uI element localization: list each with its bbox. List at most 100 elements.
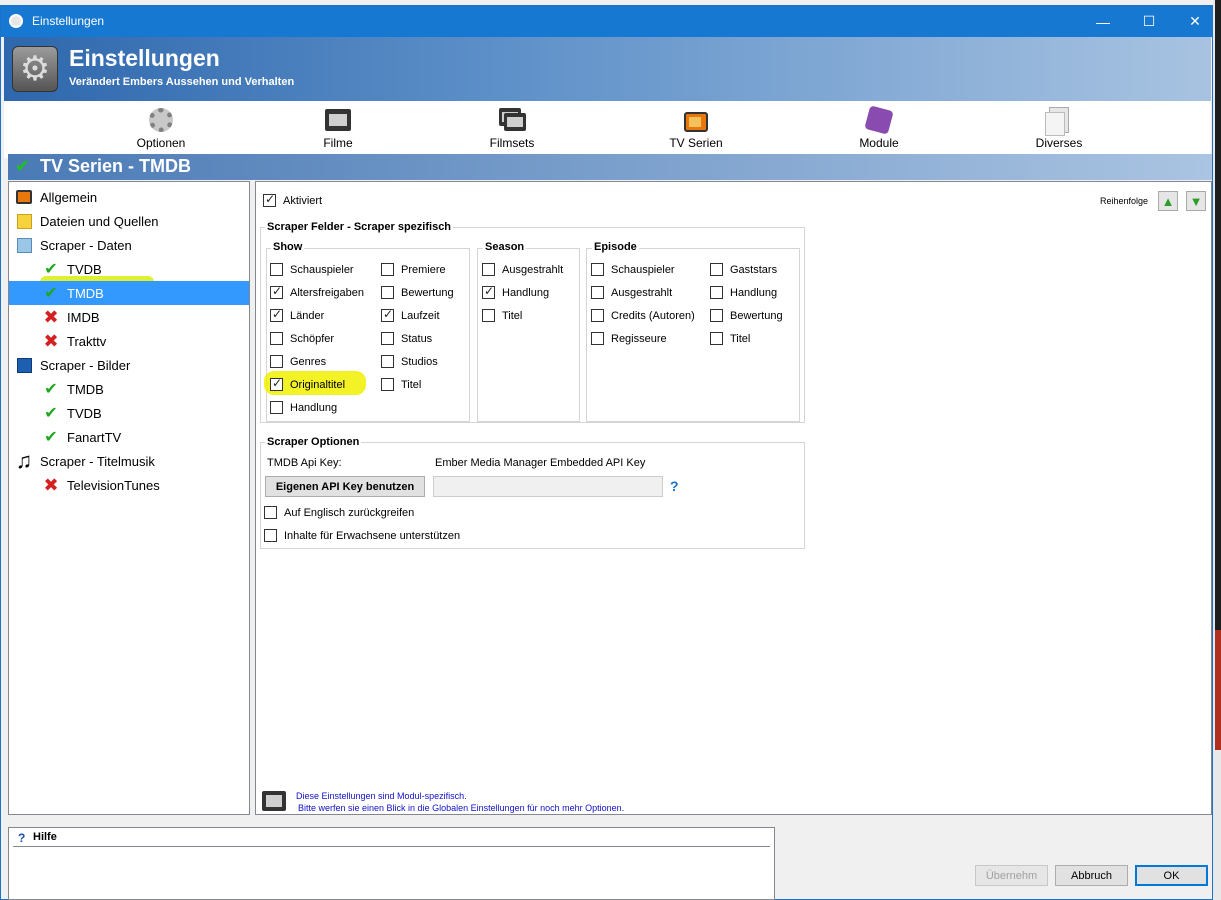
tree-item-allgemein[interactable]: Allgemein [9, 185, 249, 209]
checkbox-label: Regisseure [611, 332, 667, 345]
show-label: Show [271, 241, 305, 253]
header-banner: ⚙ Einstellungen Verändert Embers Aussehe… [4, 37, 1211, 101]
episode-field-checkbox[interactable]: Regisseure [591, 332, 667, 345]
window-title: Einstellungen [32, 14, 105, 28]
help-question-icon[interactable]: ? [670, 478, 679, 494]
check-icon: ✔ [44, 285, 58, 302]
tree-item-label: TVDB [67, 261, 102, 277]
tree-item-tvdb[interactable]: ✔ TVDB [9, 257, 249, 281]
toolbar-label: Module [859, 136, 899, 150]
episode-field-checkbox[interactable]: Gaststars [710, 263, 777, 276]
apply-button[interactable]: Übernehm [975, 865, 1048, 886]
episode-field-checkbox[interactable]: Schauspieler [591, 263, 675, 276]
help-icon: ? [18, 831, 26, 845]
gear-icon [9, 14, 23, 28]
show-field-checkbox[interactable]: Schauspieler [270, 263, 354, 276]
season-field-checkbox[interactable]: Handlung [482, 284, 550, 299]
category-toolbar: Optionen Filme Filmsets TV Serien Module… [4, 101, 1211, 158]
tree-item-label: TelevisionTunes [67, 477, 160, 493]
checkbox-label: Handlung [502, 286, 550, 299]
show-field-checkbox[interactable]: Handlung [270, 401, 337, 414]
tree-item-dateien[interactable]: Dateien und Quellen [9, 209, 249, 233]
tree-item-label: TMDB [67, 285, 104, 301]
season-field-checkbox[interactable]: Titel [482, 309, 522, 322]
toolbar-label: TV Serien [669, 136, 723, 150]
minimize-button[interactable]: — [1080, 6, 1126, 37]
checkbox-label: Titel [502, 309, 523, 322]
film-icon [325, 109, 351, 131]
check-icon: ✔ [15, 156, 31, 176]
tree-item-tmdb-selected[interactable]: ✔ TMDB [9, 281, 249, 305]
image-icon [14, 355, 34, 375]
checkbox-label: Bewertung [401, 286, 454, 299]
close-button[interactable]: ✕ [1172, 6, 1218, 37]
toolbar-tv-serien[interactable]: TV Serien [651, 107, 741, 150]
show-field-checkbox[interactable]: Schöpfer [270, 332, 334, 345]
show-field-checkbox[interactable]: Laufzeit [381, 307, 440, 322]
show-field-checkbox[interactable]: Studios [381, 355, 438, 368]
checkbox-label: Aktiviert [283, 194, 323, 207]
show-field-checkbox[interactable]: Premiere [381, 263, 446, 276]
own-api-key-button[interactable]: Eigenen API Key benutzen [265, 476, 425, 497]
cancel-button[interactable]: Abbruch [1055, 865, 1128, 886]
checkbox-label: Schauspieler [611, 263, 675, 276]
activated-checkbox[interactable]: Aktiviert [263, 192, 323, 207]
checkbox-label: Auf Englisch zurückgreifen [284, 506, 415, 519]
tree-item-imdb[interactable]: ✖ IMDB [9, 305, 249, 329]
checkbox-label: Schöpfer [290, 332, 335, 345]
tree-item-scraper-titelmusik[interactable]: ♫ Scraper - Titelmusik [9, 448, 249, 473]
check-icon: ✔ [44, 429, 58, 446]
toolbar-diverses[interactable]: Diverses [1014, 107, 1104, 150]
puzzle-icon [864, 105, 894, 135]
episode-field-checkbox[interactable]: Titel [710, 332, 750, 345]
checkbox-label: Bewertung [730, 309, 783, 322]
check-icon: ✔ [44, 405, 58, 422]
episode-field-checkbox[interactable]: Credits (Autoren) [591, 309, 695, 322]
tree-item-televisiontunes[interactable]: ✖ TelevisionTunes [9, 473, 249, 497]
help-panel: ? Hilfe [8, 827, 775, 900]
adult-content-checkbox[interactable]: Inhalte für Erwachsene unterstützen [264, 529, 460, 542]
tree-item-scraper-bilder[interactable]: Scraper - Bilder [9, 353, 249, 377]
show-field-checkbox[interactable]: Status [381, 332, 432, 345]
checkbox-label: Inhalte für Erwachsene unterstützen [284, 529, 461, 542]
header-title: Einstellungen [69, 45, 220, 71]
episode-field-checkbox[interactable]: Handlung [710, 286, 777, 299]
season-label: Season [483, 241, 527, 253]
toolbar-label: Filme [323, 136, 353, 150]
tv-icon [684, 112, 708, 132]
tree-item-label: Scraper - Bilder [40, 357, 131, 373]
toolbar-filmsets[interactable]: Filmsets [467, 107, 557, 150]
api-key-input[interactable] [433, 476, 663, 497]
toolbar-filme[interactable]: Filme [293, 107, 383, 150]
order-down-button[interactable]: ▼ [1186, 191, 1206, 211]
toolbar-module[interactable]: Module [834, 105, 924, 150]
help-divider [13, 846, 770, 847]
episode-field-checkbox[interactable]: Bewertung [710, 309, 783, 322]
tree-item-scraper-daten[interactable]: Scraper - Daten [9, 233, 249, 257]
scraper-options-label: Scraper Optionen [265, 436, 362, 448]
ok-button[interactable]: OK [1135, 865, 1208, 886]
fallback-english-checkbox[interactable]: Auf Englisch zurückgreifen [264, 506, 414, 519]
cross-icon: ✖ [43, 330, 59, 351]
show-field-checkbox[interactable]: Titel [381, 378, 421, 391]
checkbox-label: Länder [290, 309, 325, 322]
tree-item-bilder-tmdb[interactable]: ✔ TMDB [9, 377, 249, 401]
show-field-checkbox[interactable]: Länder [270, 307, 325, 322]
show-field-checkbox[interactable]: Originaltitel [270, 376, 346, 391]
tree-item-bilder-tvdb[interactable]: ✔ TVDB [9, 401, 249, 425]
checkbox-label: Originaltitel [290, 378, 346, 391]
maximize-button[interactable]: ☐ [1126, 6, 1172, 37]
toolbar-optionen[interactable]: Optionen [116, 107, 206, 150]
show-field-checkbox[interactable]: Bewertung [381, 286, 454, 299]
order-up-button[interactable]: ▲ [1158, 191, 1178, 211]
checkbox-label: Ausgestrahlt [502, 263, 564, 276]
cross-icon: ✖ [43, 306, 59, 327]
module-note-line1: Diese Einstellungen sind Modul-spezifisc… [296, 791, 467, 801]
episode-field-checkbox[interactable]: Ausgestrahlt [591, 286, 672, 299]
checkbox-label: Credits (Autoren) [611, 309, 695, 322]
season-field-checkbox[interactable]: Ausgestrahlt [482, 263, 563, 276]
show-field-checkbox[interactable]: Altersfreigaben [270, 284, 364, 299]
tree-item-fanarttv[interactable]: ✔ FanartTV [9, 425, 249, 449]
tree-item-trakttv[interactable]: ✖ Trakttv [9, 329, 249, 353]
show-field-checkbox[interactable]: Genres [270, 355, 326, 368]
